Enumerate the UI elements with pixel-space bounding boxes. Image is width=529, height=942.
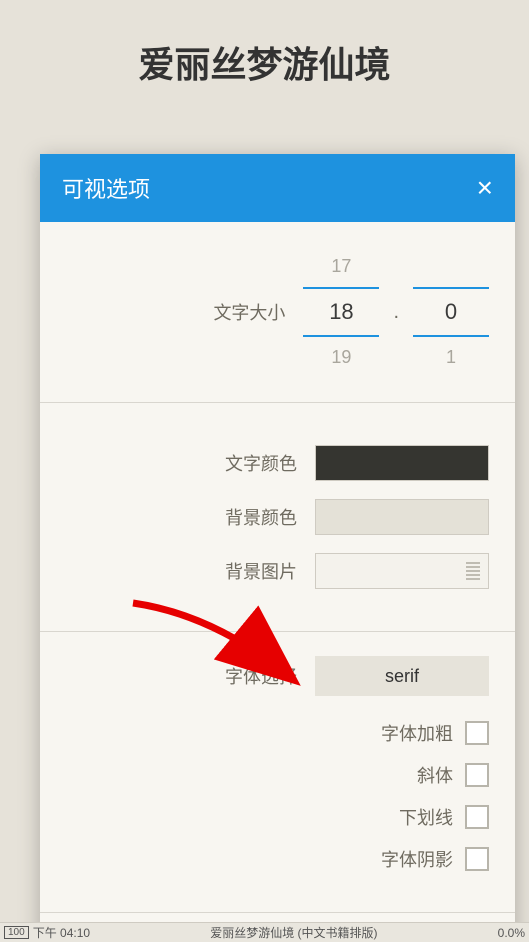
font-underline-row[interactable]: 下划线 [66, 804, 489, 830]
wheel-opt: 17 [303, 246, 379, 287]
wheel-opt [413, 246, 489, 287]
text-size-section: 文字大小 17 18 19 . 0 1 [40, 222, 515, 403]
bg-image-label: 背景图片 [225, 558, 297, 584]
font-italic-row[interactable]: 斜体 [66, 762, 489, 788]
checkbox-icon[interactable] [465, 763, 489, 787]
font-bold-label: 字体加粗 [381, 720, 453, 746]
font-options-list: 字体加粗 斜体 下划线 字体阴影 [66, 720, 489, 872]
wheel-selected: 18 [303, 287, 379, 337]
modal-title: 可视选项 [62, 172, 150, 204]
font-section: 字体选择 serif 字体加粗 斜体 下划线 字体阴影 [40, 632, 515, 913]
checkbox-icon[interactable] [465, 721, 489, 745]
close-icon[interactable]: × [477, 172, 493, 204]
font-shadow-row[interactable]: 字体阴影 [66, 846, 489, 872]
bg-image-swatch[interactable] [315, 553, 489, 589]
size-frac-wheel[interactable]: 0 1 [413, 246, 489, 378]
text-size-picker[interactable]: 17 18 19 . 0 1 [303, 246, 489, 378]
font-underline-label: 下划线 [399, 804, 453, 830]
font-select-label: 字体选择 [225, 663, 297, 689]
wheel-selected: 0 [413, 287, 489, 337]
colors-section: 文字颜色 背景颜色 背景图片 [40, 403, 515, 632]
font-italic-label: 斜体 [417, 762, 453, 788]
font-select[interactable]: serif [315, 656, 489, 696]
status-bar: 100 下午 04:10 爱丽丝梦游仙境 (中文书籍排版) 0.0% [0, 922, 529, 942]
status-book-title: 爱丽丝梦游仙境 (中文书籍排版) [210, 924, 377, 941]
modal-body: 文字大小 17 18 19 . 0 1 文 [40, 222, 515, 942]
page-title: 爱丽丝梦游仙境 [0, 0, 529, 128]
status-time: 下午 04:10 [33, 924, 90, 941]
decimal-separator: . [393, 301, 399, 324]
wheel-opt: 1 [413, 337, 489, 378]
font-shadow-label: 字体阴影 [381, 846, 453, 872]
visual-options-modal: 可视选项 × 文字大小 17 18 19 . 0 1 [40, 154, 515, 942]
bg-color-label: 背景颜色 [225, 504, 297, 530]
text-color-swatch[interactable] [315, 445, 489, 481]
modal-header: 可视选项 × [40, 154, 515, 222]
battery-icon: 100 [4, 926, 29, 939]
text-color-label: 文字颜色 [225, 450, 297, 476]
font-bold-row[interactable]: 字体加粗 [66, 720, 489, 746]
checkbox-icon[interactable] [465, 805, 489, 829]
bg-color-swatch[interactable] [315, 499, 489, 535]
text-size-label: 文字大小 [213, 299, 285, 325]
wheel-opt: 19 [303, 337, 379, 378]
checkbox-icon[interactable] [465, 847, 489, 871]
size-int-wheel[interactable]: 17 18 19 [303, 246, 379, 378]
status-progress: 0.0% [498, 926, 525, 940]
